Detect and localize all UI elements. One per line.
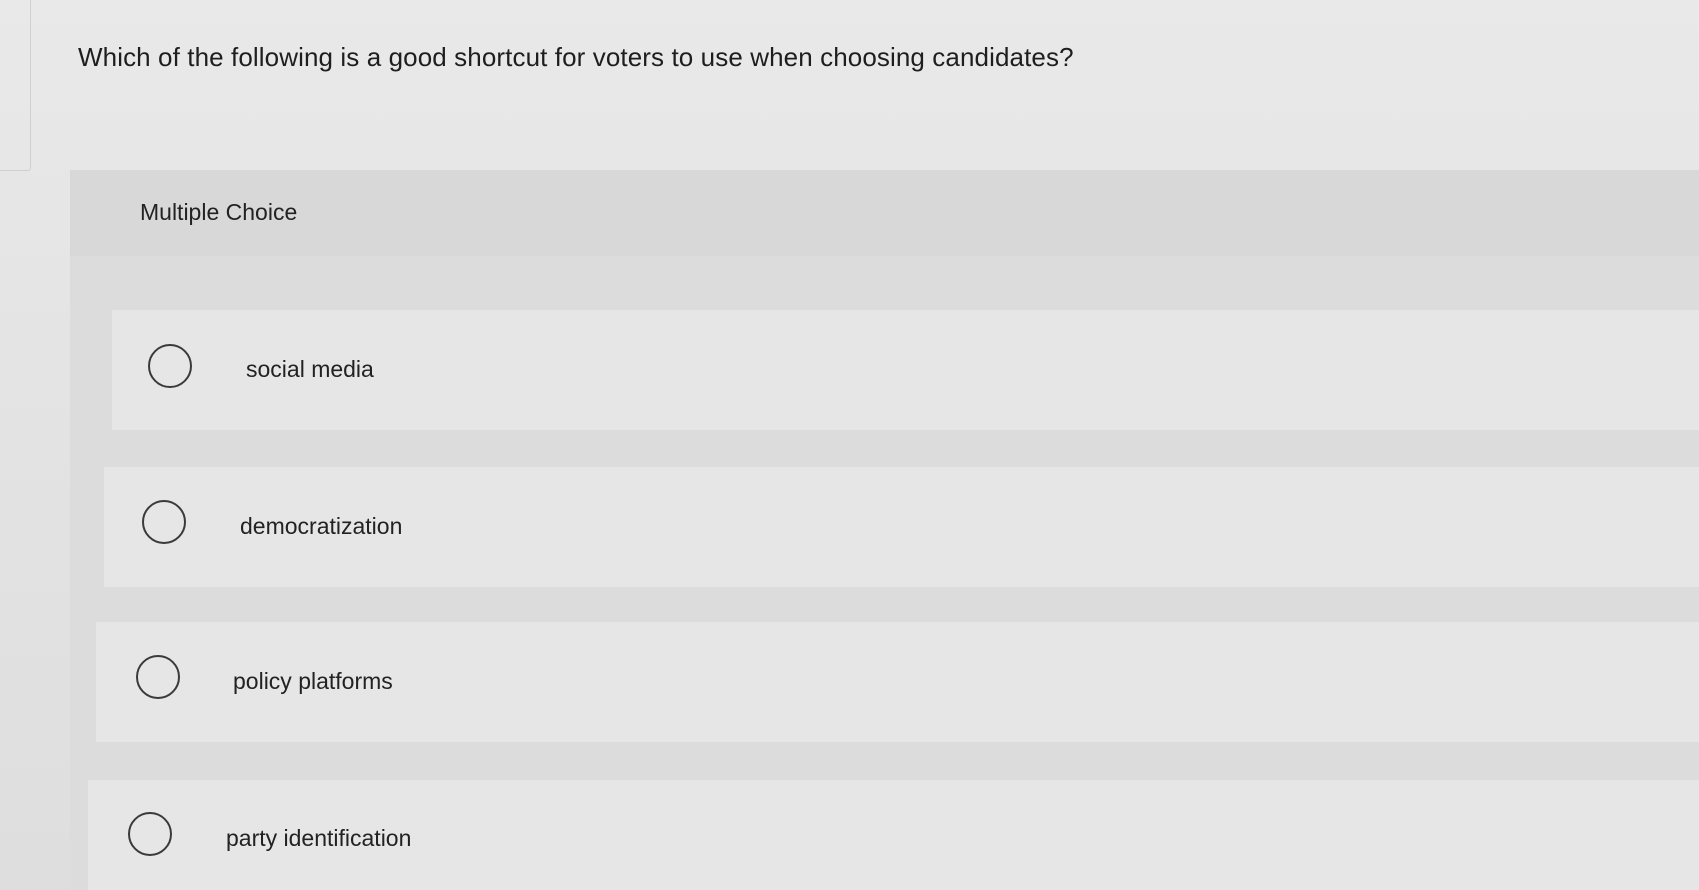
radio-button[interactable] xyxy=(142,500,186,544)
radio-button[interactable] xyxy=(128,812,172,856)
question-page: Which of the following is a good shortcu… xyxy=(0,0,1699,890)
radio-button[interactable] xyxy=(136,655,180,699)
answer-option-social-media[interactable]: social media xyxy=(112,310,1699,430)
left-frame-border xyxy=(0,0,31,171)
answer-option-party-identification[interactable]: party identification xyxy=(88,780,1699,890)
answer-option-label: social media xyxy=(246,356,374,382)
answer-option-label: democratization xyxy=(240,513,403,539)
multiple-choice-label: Multiple Choice xyxy=(140,199,298,225)
radio-button[interactable] xyxy=(148,344,192,388)
answer-option-label: party identification xyxy=(226,825,412,851)
question-text: Which of the following is a good shortcu… xyxy=(78,42,1074,72)
answer-option-label: policy platforms xyxy=(233,668,393,694)
answer-option-policy-platforms[interactable]: policy platforms xyxy=(96,622,1699,742)
answer-panel-header xyxy=(70,170,1699,256)
answer-option-democratization[interactable]: democratization xyxy=(104,467,1699,587)
